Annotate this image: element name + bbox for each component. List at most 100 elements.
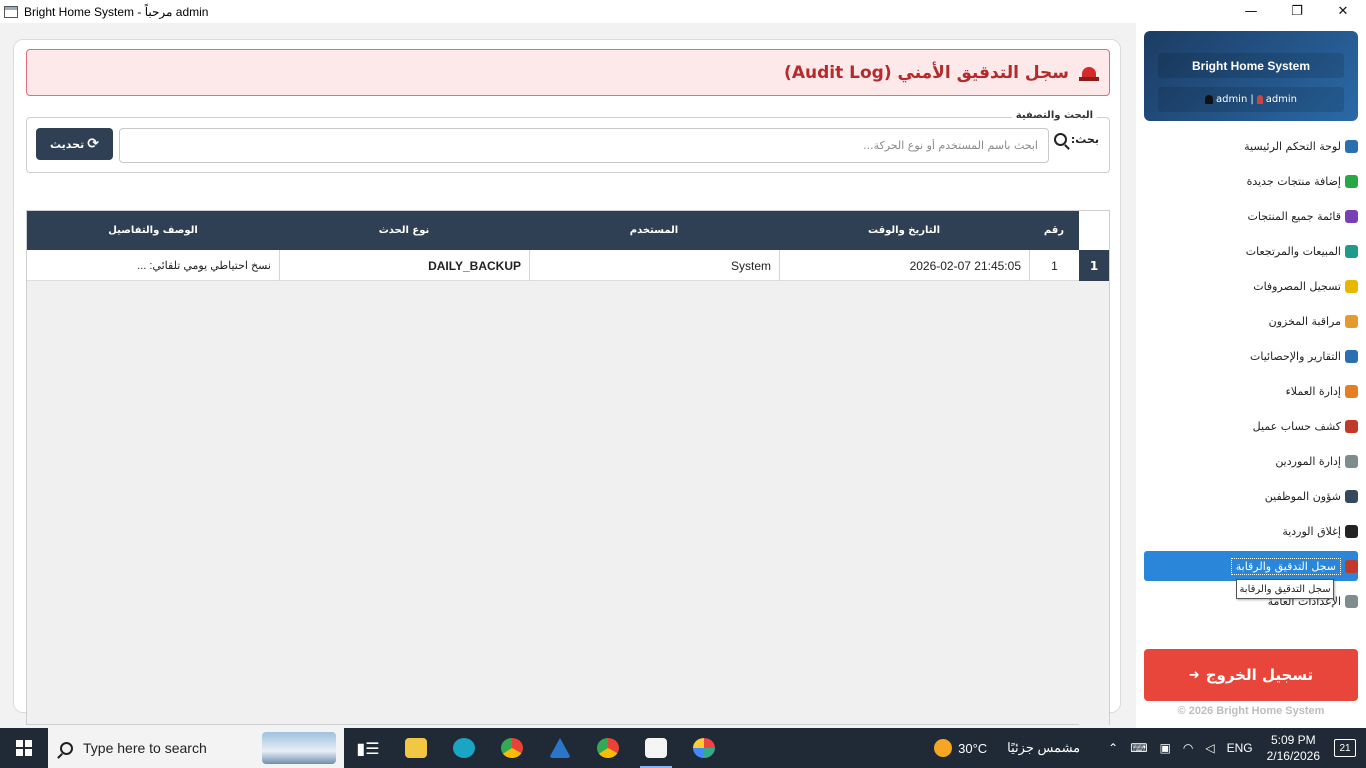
notification-center-button[interactable]: 21 (1334, 739, 1356, 757)
username-right: admin (1265, 94, 1298, 105)
column-header-user[interactable]: المستخدم (529, 211, 779, 250)
sidebar-item-products-list[interactable]: قائمة جميع المنتجات (1144, 199, 1358, 234)
taskbar-search[interactable]: Type here to search (48, 728, 344, 768)
minimize-button[interactable]: — (1228, 0, 1274, 23)
chrome-icon (501, 738, 523, 758)
taskbar-app-chrome[interactable] (488, 728, 536, 768)
current-user: admin | admin (1158, 87, 1344, 112)
language-indicator[interactable]: ENG (1227, 741, 1253, 755)
search-icon (60, 741, 73, 755)
sidebar-item-label: كشف حساب عميل (1252, 420, 1341, 433)
taskbar-app-chrome-profile[interactable] (584, 728, 632, 768)
sidebar-item-close-shift[interactable]: إغلاق الوردية (1144, 514, 1358, 549)
employee-icon (1345, 490, 1358, 503)
bar-chart-icon (1345, 350, 1358, 363)
task-view-button[interactable]: ▮☰ (344, 728, 392, 768)
sidebar-item-expenses[interactable]: تسجيل المصروفات (1144, 269, 1358, 304)
column-header-id[interactable]: رقم (1029, 211, 1079, 250)
taskbar-app-code[interactable] (536, 728, 584, 768)
system-tray: 30°C مشمس جزئيًا ⌃ ⌨ ▣ ◠ ◁ ENG 5:09 PM 2… (934, 728, 1366, 768)
main-panel: سجل التدقيق الأمني (Audit Log) البحث وال… (13, 39, 1121, 725)
task-view-icon: ▮☰ (356, 738, 380, 758)
sidebar: Bright Home System admin | admin لوحة ال… (1136, 23, 1366, 728)
sidebar-item-label: إدارة الموردين (1275, 455, 1341, 468)
weather-sun-icon (934, 739, 953, 757)
cell-id[interactable]: 1 (1029, 250, 1079, 281)
weather-temp: 30°C (958, 740, 988, 756)
column-header-datetime[interactable]: التاريخ والوقت (779, 211, 1029, 250)
sidebar-item-label: إغلاق الوردية (1282, 525, 1341, 538)
taskbar-app-edge[interactable] (440, 728, 488, 768)
weather-widget[interactable]: 30°C مشمس جزئيًا (934, 739, 1080, 757)
volume-icon[interactable]: ◁ (1205, 741, 1214, 755)
cell-datetime[interactable]: 2026-02-07 21:45:05 (779, 250, 1029, 281)
footer-copyright: © 2026 Bright Home System (1177, 705, 1325, 717)
column-header-event-type[interactable]: نوع الحدث (279, 211, 529, 250)
close-button[interactable]: ✕ (1320, 0, 1366, 23)
gear-icon (1345, 595, 1358, 608)
brand-name: Bright Home System (1158, 53, 1344, 78)
sidebar-item-suppliers[interactable]: إدارة الموردين (1144, 444, 1358, 479)
shield-icon (1345, 559, 1358, 573)
search-highlight-image (262, 732, 336, 764)
sidebar-item-employees[interactable]: شؤون الموظفين (1144, 479, 1358, 514)
lock-icon (1345, 525, 1358, 538)
sidebar-item-label: سجل التدقيق والرقابة (1230, 557, 1341, 575)
taskbar-app-paint[interactable] (680, 728, 728, 768)
paint-icon (693, 738, 715, 758)
refresh-button[interactable]: تحديث ⟳ (36, 128, 113, 160)
cell-description[interactable]: نسخ احتياطي يومي تلقائي: ... (27, 250, 279, 281)
start-button[interactable] (0, 728, 48, 768)
table-row[interactable]: 1 2026-02-07 21:45:05 System DAILY_BACKU… (27, 250, 1079, 281)
column-header-description[interactable]: الوصف والتفاصيل (27, 211, 279, 250)
sidebar-item-sales[interactable]: المبيعات والمرتجعات (1144, 234, 1358, 269)
row-header-cell[interactable]: 1 (1079, 250, 1109, 281)
sidebar-item-label: مراقبة المخزون (1268, 315, 1341, 328)
sidebar-item-customers[interactable]: إدارة العملاء (1144, 374, 1358, 409)
sidebar-item-label: المبيعات والمرتجعات (1245, 245, 1341, 258)
taskbar-file-explorer[interactable] (392, 728, 440, 768)
cell-event-type[interactable]: DAILY_BACKUP (279, 250, 529, 281)
sidebar-item-audit-log[interactable]: سجل التدقيق والرقابة (1144, 551, 1358, 581)
clock-date: 2/16/2026 (1266, 749, 1320, 763)
meet-now-icon[interactable]: ▣ (1160, 741, 1171, 755)
search-label: بحث: (1053, 133, 1099, 146)
sidebar-item-reports[interactable]: التقارير والإحصائيات (1144, 339, 1358, 374)
app-a-icon (549, 738, 571, 758)
sidebar-nav: لوحة التحكم الرئيسية إضافة منتجات جديدة … (1144, 129, 1358, 619)
dashboard-icon (1345, 140, 1358, 153)
sidebar-item-dashboard[interactable]: لوحة التحكم الرئيسية (1144, 129, 1358, 164)
cell-user[interactable]: System (529, 250, 779, 281)
window-title: Bright Home System - مرحباً admin (24, 4, 209, 19)
boxes-icon (1345, 315, 1358, 328)
sidebar-item-inventory[interactable]: مراقبة المخزون (1144, 304, 1358, 339)
window-controls: — ❐ ✕ (1228, 0, 1366, 23)
audit-log-table[interactable]: رقم التاريخ والوقت المستخدم نوع الحدث ال… (26, 210, 1110, 725)
truck-icon (1345, 455, 1358, 468)
cart-icon (1345, 245, 1358, 258)
search-input[interactable] (119, 128, 1049, 163)
filter-legend: البحث والتصفية (1011, 110, 1097, 121)
plus-circle-icon (1345, 175, 1358, 188)
wifi-icon[interactable]: ◠ (1183, 741, 1193, 755)
tooltip: سجل التدقيق والرقابة (1236, 579, 1334, 599)
clock[interactable]: 5:09 PM 2/16/2026 (1267, 732, 1320, 764)
logout-button[interactable]: تسجيل الخروج ➜ (1144, 649, 1358, 701)
chevron-up-icon[interactable]: ⌃ (1108, 741, 1118, 755)
keyboard-icon[interactable]: ⌨ (1130, 741, 1147, 755)
app-window-icon (4, 5, 18, 18)
windows-logo-icon (16, 740, 32, 756)
sidebar-item-customer-statement[interactable]: كشف حساب عميل (1144, 409, 1358, 444)
taskbar-app-bright-home[interactable] (632, 728, 680, 768)
bright-home-app-icon (645, 738, 667, 758)
sidebar-item-label: قائمة جميع المنتجات (1247, 210, 1341, 223)
taskbar-search-placeholder: Type here to search (83, 740, 207, 756)
logout-label: تسجيل الخروج (1205, 666, 1314, 684)
logout-icon: ➜ (1188, 667, 1200, 683)
maximize-button[interactable]: ❐ (1274, 0, 1320, 23)
edge-icon (453, 738, 475, 758)
sidebar-item-label: شؤون الموظفين (1264, 490, 1341, 503)
sidebar-item-label: لوحة التحكم الرئيسية (1244, 140, 1341, 153)
sidebar-item-add-products[interactable]: إضافة منتجات جديدة (1144, 164, 1358, 199)
window-body: سجل التدقيق الأمني (Audit Log) البحث وال… (0, 23, 1366, 728)
